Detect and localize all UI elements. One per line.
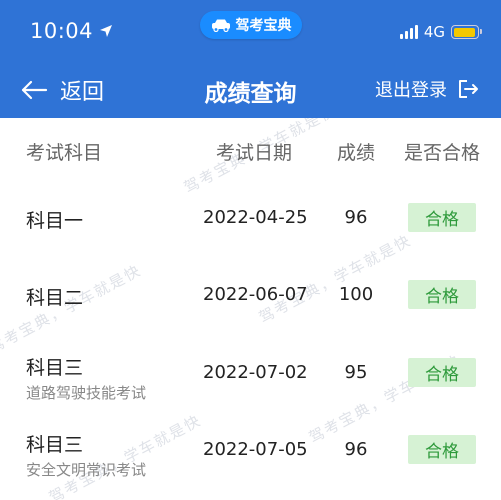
status-badge: 合格	[408, 203, 476, 232]
status-badge: 合格	[408, 280, 476, 309]
status-badge: 合格	[408, 435, 476, 464]
header-date: 考试日期	[216, 142, 293, 164]
score-table: 驾考宝典，学车就是快 驾考宝典，学车就是快 驾考宝典，学车就是快 驾考宝典，学车…	[0, 118, 501, 500]
status-time-text: 10:04	[30, 19, 94, 43]
app-header: 10:04 驾考宝典 4G 返回 成绩查询 退出登录	[0, 0, 501, 118]
row-date: 2022-07-02	[203, 362, 308, 383]
car-icon	[211, 19, 230, 32]
battery-fill	[453, 27, 476, 37]
status-badge: 合格	[408, 358, 476, 387]
status-time: 10:04	[30, 19, 113, 43]
network-type: 4G	[423, 23, 445, 41]
app-badge-label: 驾考宝典	[235, 18, 292, 34]
row-subtitle: 安全文明常识考试	[26, 461, 147, 479]
row-subject: 科目一	[26, 210, 84, 232]
header-passed: 是否合格	[404, 142, 481, 164]
row-subject: 科目三	[26, 434, 84, 456]
header-score: 成绩	[337, 142, 376, 164]
logout-label: 退出登录	[375, 80, 447, 101]
battery-icon	[451, 25, 482, 39]
row-subject: 科目三	[26, 357, 84, 379]
watermark-text: 驾考宝典，学车就是快	[255, 231, 415, 327]
row-score: 100	[338, 284, 374, 305]
row-score: 95	[344, 362, 368, 383]
row-date: 2022-07-05	[203, 439, 308, 460]
back-button[interactable]: 返回	[20, 74, 104, 106]
back-arrow-icon	[21, 80, 48, 100]
back-label: 返回	[60, 80, 105, 105]
row-subtitle: 道路驾驶技能考试	[26, 384, 147, 402]
row-score: 96	[344, 207, 368, 228]
header-subject: 考试科目	[26, 142, 103, 164]
signal-icon	[399, 25, 418, 39]
logout-button[interactable]: 退出登录	[375, 76, 479, 102]
app-return-pill[interactable]: 驾考宝典	[200, 11, 302, 39]
row-date: 2022-06-07	[203, 284, 308, 305]
row-subject: 科目二	[26, 287, 84, 309]
location-arrow-icon	[100, 25, 113, 37]
row-date: 2022-04-25	[203, 207, 308, 228]
status-indicators: 4G	[399, 23, 482, 41]
logout-icon	[459, 80, 478, 98]
row-score: 96	[344, 439, 368, 460]
